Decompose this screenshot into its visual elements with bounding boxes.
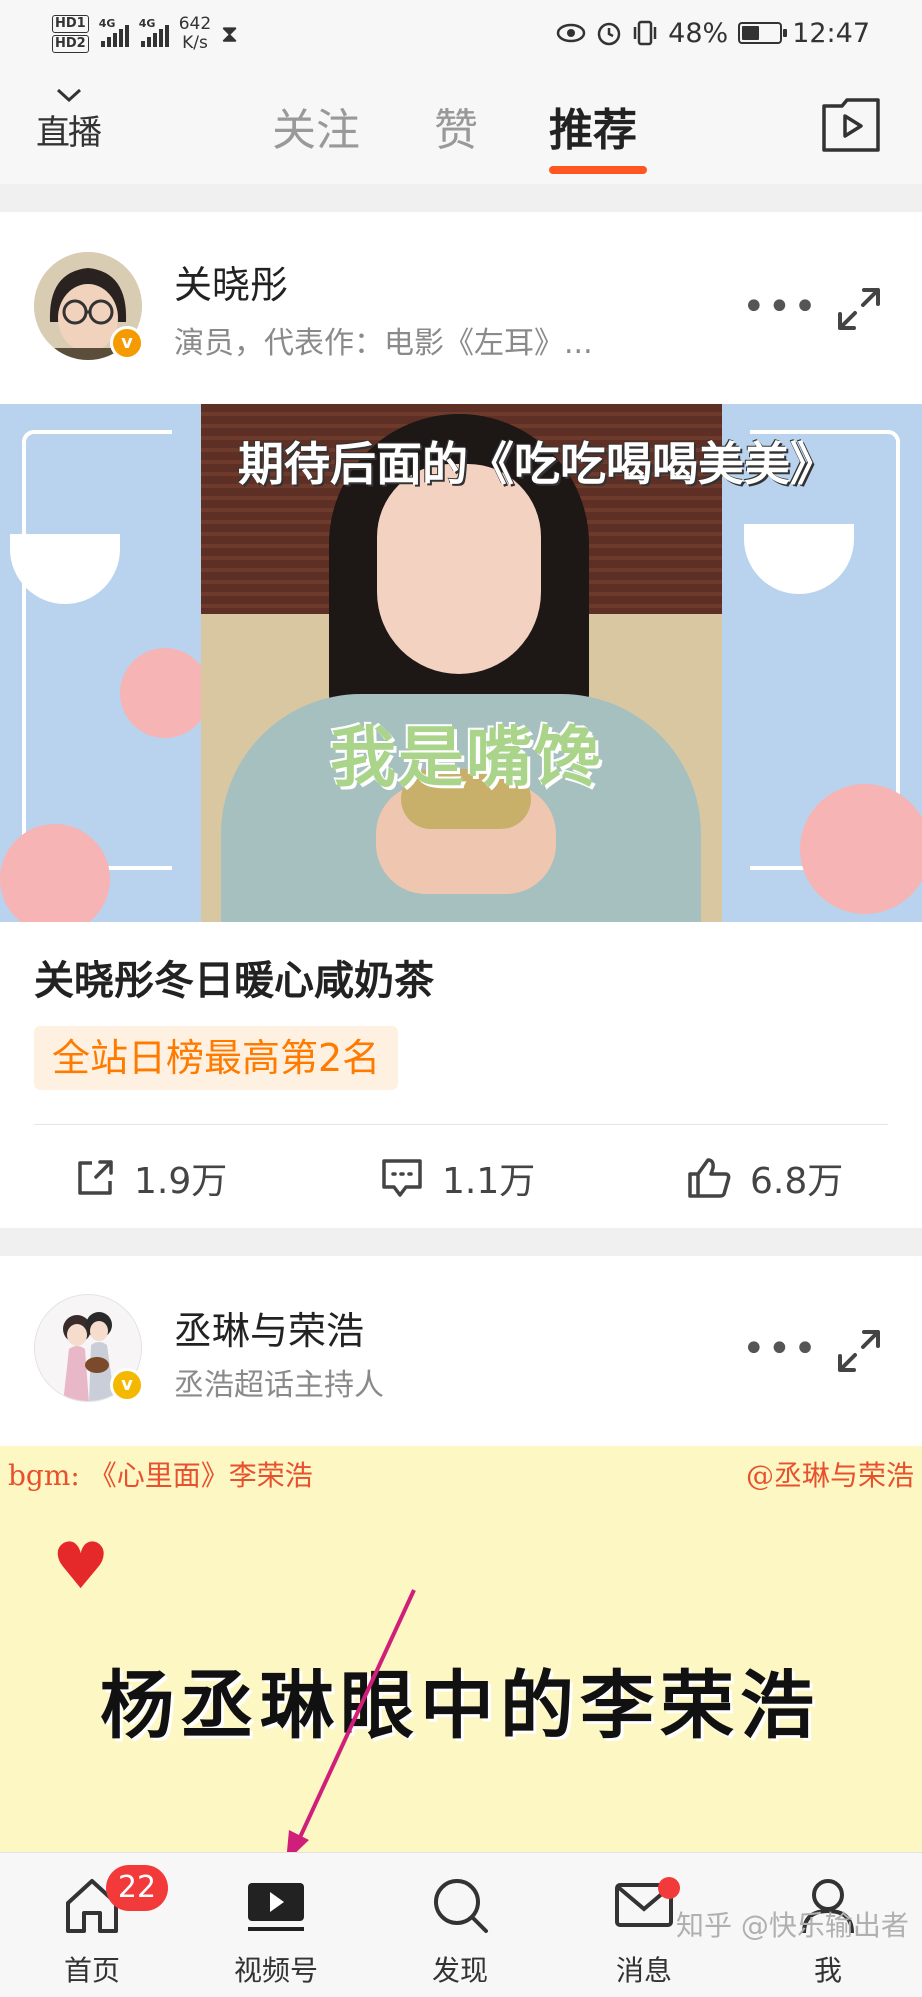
eye-icon: [556, 23, 586, 43]
video-player[interactable]: 期待后面的《吃吃喝喝美美》 我是嘴馋: [0, 404, 922, 922]
more-options-button[interactable]: •••: [742, 1326, 819, 1372]
vibrate-icon: [633, 20, 657, 46]
verified-badge: v: [110, 326, 144, 360]
like-count: 6.8万: [750, 1161, 844, 1202]
author-name[interactable]: 关晓彤: [174, 254, 288, 309]
nav-label: 我: [813, 1954, 842, 1987]
battery-icon: [738, 22, 788, 44]
video-handle-caption: @丞琳与荣浩: [745, 1459, 914, 1492]
thumbs-up-icon: [688, 1158, 731, 1198]
video-play-icon: [248, 1883, 304, 1931]
video-player[interactable]: bgm: 《心里面》李荣浩 @丞琳与荣浩 ♥ 杨丞琳眼中的李荣浩: [0, 1446, 922, 1852]
section-gap: [0, 1228, 922, 1256]
battery-fill: [742, 26, 760, 40]
author-description: 演员，代表作：电影《左耳》...: [174, 326, 593, 361]
post-header: v 丞琳与荣浩 丞浩超话主持人 •••: [0, 1256, 922, 1446]
video-title-caption: 杨丞琳眼中的李荣浩: [100, 1663, 820, 1749]
top-nav: 直播 关注 赞 推荐: [0, 68, 922, 184]
tab-following[interactable]: 关注: [272, 94, 360, 158]
hd2-label: HD2: [52, 35, 89, 53]
nav-home[interactable]: 22 首页: [22, 1853, 168, 1997]
expand-icon[interactable]: [836, 286, 882, 332]
live-label: 直播: [36, 113, 102, 153]
author-description: 丞浩超话主持人: [174, 1368, 384, 1403]
message-dot-badge: [658, 1877, 680, 1899]
post-title[interactable]: 关晓彤冬日暖心咸奶茶: [34, 948, 434, 1006]
peach-decoration: [800, 784, 922, 914]
share-icon: [78, 1160, 113, 1195]
status-bar: HD1 HD2 4G 4G 642 K/s ⧗ 48% 12:47: [0, 0, 922, 68]
network-speed: 642 K/s: [179, 15, 211, 53]
like-button[interactable]: 6.8万: [686, 1148, 843, 1208]
speed-value: 642: [178, 14, 212, 34]
status-left: HD1 HD2 4G 4G 642 K/s ⧗: [52, 8, 238, 60]
antenna-icon: [56, 88, 82, 102]
divider: [34, 1124, 888, 1125]
battery-percent: 48%: [668, 17, 729, 49]
heart-icon: ♥: [52, 1530, 110, 1604]
nav-label: 首页: [63, 1954, 120, 1987]
comment-icon: [382, 1159, 422, 1197]
video-library-icon[interactable]: [820, 96, 882, 154]
hourglass-icon: ⧗: [221, 20, 239, 48]
nav-discover[interactable]: 发现: [390, 1853, 530, 1997]
video-caption-mid: 我是嘴馋: [330, 719, 602, 796]
video-caption-top: 期待后面的《吃吃喝喝美美》: [238, 437, 836, 491]
section-gap: [0, 184, 922, 212]
comment-button[interactable]: 1.1万: [380, 1148, 535, 1208]
alarm-icon: [597, 22, 621, 46]
rank-badge[interactable]: 全站日榜最高第2名: [34, 1026, 399, 1090]
speed-unit: K/s: [182, 33, 208, 53]
hd1-label: HD1: [52, 15, 89, 33]
verified-badge: v: [110, 1368, 144, 1402]
home-badge: 22: [106, 1865, 168, 1911]
live-button[interactable]: 直播: [36, 88, 106, 154]
share-button[interactable]: 1.9万: [74, 1148, 227, 1208]
video-bgm-caption: bgm: 《心里面》李荣浩: [8, 1459, 313, 1492]
signal-icon-2: 4G: [139, 17, 169, 47]
tab-likes[interactable]: 赞: [434, 94, 478, 158]
post-header: v 关晓彤 演员，代表作：电影《左耳》... •••: [0, 212, 922, 404]
post-body: 关晓彤冬日暖心咸奶茶 全站日榜最高第2名 1.9万 1.1万 6.8万: [0, 922, 922, 1228]
person-face: [377, 464, 541, 674]
nav-label: 视频号: [233, 1954, 318, 1987]
status-right: 48% 12:47: [556, 10, 870, 56]
network-label: 4G: [98, 17, 116, 30]
share-count: 1.9万: [134, 1161, 228, 1202]
author-name[interactable]: 丞琳与荣浩: [174, 1300, 364, 1355]
signal-icon: 4G: [99, 17, 129, 47]
clock: 12:47: [792, 17, 870, 49]
watermark: 知乎 @快乐输出者: [676, 1909, 909, 1942]
nav-label: 消息: [615, 1954, 672, 1987]
active-tab-indicator: [549, 166, 647, 174]
nav-video[interactable]: 视频号: [206, 1853, 346, 1997]
tab-recommended[interactable]: 推荐: [549, 94, 637, 158]
hd-indicator: HD1 HD2: [52, 14, 89, 54]
comment-count: 1.1万: [442, 1161, 536, 1202]
search-icon: [434, 1879, 488, 1933]
expand-icon[interactable]: [836, 1328, 882, 1374]
more-options-button[interactable]: •••: [742, 284, 819, 330]
peach-decoration: [120, 648, 210, 738]
nav-label: 发现: [431, 1954, 488, 1987]
network-label-2: 4G: [138, 17, 156, 30]
